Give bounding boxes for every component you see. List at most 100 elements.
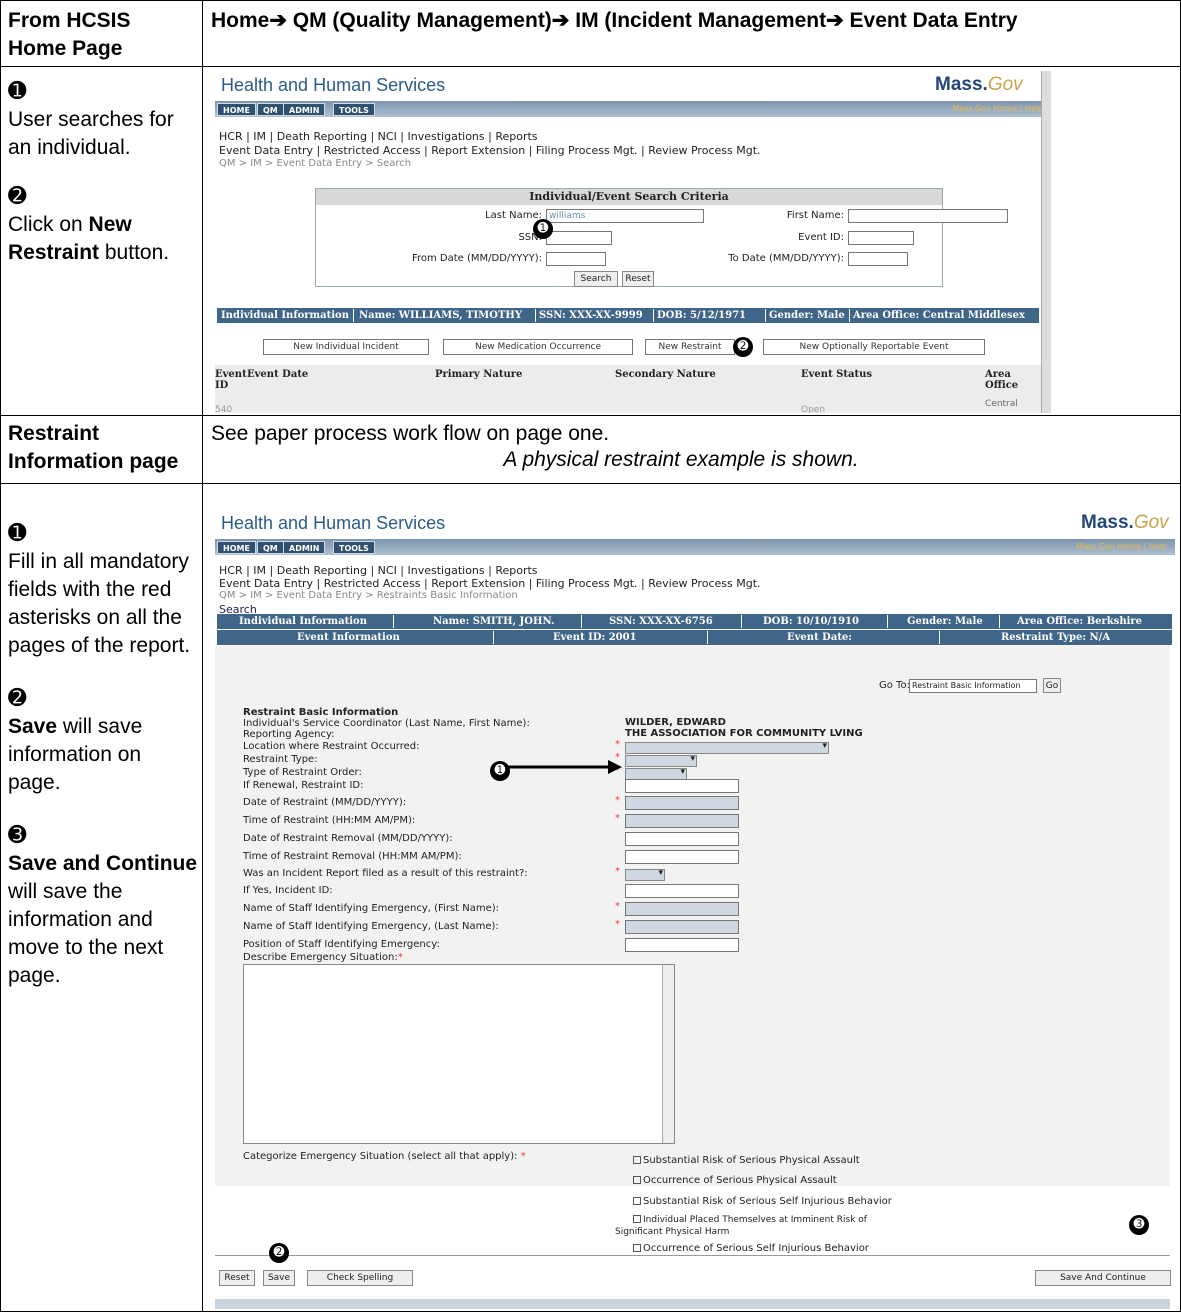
go-button[interactable]: Go: [1043, 678, 1061, 693]
tab-tools[interactable]: TOOLS: [333, 541, 375, 554]
to-date-input[interactable]: [848, 252, 908, 266]
field-label: Position of Staff Identifying Emergency:: [243, 939, 440, 950]
col-event-id[interactable]: Event ID: [215, 369, 247, 391]
field-label: Type of Restraint Order:: [243, 767, 362, 778]
tab-home[interactable]: HOME: [217, 103, 256, 116]
location-select[interactable]: [625, 741, 829, 754]
checkbox-occurrence-assault[interactable]: Occurrence of Serious Physical Assault: [633, 1175, 837, 1186]
submenu[interactable]: Event Data Entry | Restricted Access | R…: [219, 144, 761, 157]
step-marker: ➋: [8, 685, 27, 710]
save-button[interactable]: Save: [263, 1270, 295, 1286]
removal-date-input[interactable]: [625, 832, 739, 846]
module-menu[interactable]: HCR | IM | Death Reporting | NCI | Inves…: [219, 130, 538, 143]
tab-home[interactable]: HOME: [217, 541, 256, 554]
from-date-input[interactable]: [546, 252, 606, 266]
event-id-label: Event ID:: [798, 232, 844, 243]
field-label: Date of Restraint Removal (MM/DD/YYYY):: [243, 833, 453, 844]
categorize-label: Categorize Emergency Situation (select a…: [243, 1151, 526, 1162]
renewal-id-input[interactable]: [625, 779, 739, 793]
staff-position-input[interactable]: [625, 938, 739, 952]
emergency-description-textarea[interactable]: [243, 964, 675, 1144]
tab-qm[interactable]: QM: [257, 541, 284, 554]
new-individual-incident-button[interactable]: New Individual Incident: [263, 339, 429, 355]
mass-gov-logo: Mass.Gov: [1081, 512, 1169, 533]
new-medication-occurrence-button[interactable]: New Medication Occurrence: [443, 339, 633, 355]
marker-2: ➋: [733, 337, 753, 357]
reset-button[interactable]: Reset: [219, 1270, 255, 1286]
checkbox-imminent-risk-cont: Significant Physical Harm: [615, 1227, 730, 1237]
tab-admin[interactable]: ADMIN: [283, 103, 326, 116]
col-event-status[interactable]: Event Status: [801, 369, 872, 380]
last-name-input[interactable]: williams: [546, 209, 704, 223]
checkbox-risk-self-injurious[interactable]: Substantial Risk of Serious Self Injurio…: [633, 1196, 892, 1207]
event-id-input[interactable]: [848, 231, 914, 245]
new-restraint-button[interactable]: New Restraint: [645, 339, 735, 355]
field-label: Location where Restraint Occurred:: [243, 741, 420, 752]
check-spelling-button[interactable]: Check Spelling: [307, 1270, 413, 1286]
new-optionally-reportable-event-button[interactable]: New Optionally Reportable Event: [763, 339, 985, 355]
header-left: From HCSIS Home Page: [8, 9, 131, 60]
reset-button[interactable]: Reset: [622, 271, 654, 287]
tab-qm[interactable]: QM: [257, 103, 284, 116]
breadcrumb: QM > IM > Event Data Entry > Search: [219, 158, 412, 169]
ssn-input[interactable]: [546, 231, 612, 245]
step1-instructions: ➊ User searches for an individual. ➋ Cli…: [8, 78, 174, 264]
example-note: A physical restraint example is shown.: [503, 448, 859, 471]
incident-report-select[interactable]: [625, 868, 665, 881]
staff-first-name-input[interactable]: [625, 902, 739, 916]
tab-tools[interactable]: TOOLS: [333, 103, 375, 116]
row-divider: [1, 415, 1180, 416]
scrollbar[interactable]: [1041, 71, 1051, 413]
restraint-date-input[interactable]: [625, 796, 739, 810]
field-label: Name of Staff Identifying Emergency, (Fi…: [243, 903, 500, 914]
app-title: Health and Human Services: [221, 513, 446, 533]
field-label: Restraint Type:: [243, 754, 318, 765]
restraint-time-input[interactable]: [625, 814, 739, 828]
row-divider: [1, 66, 1180, 67]
module-menu[interactable]: HCR | IM | Death Reporting | NCI | Inves…: [219, 564, 538, 577]
col-secondary-nature[interactable]: Secondary Nature: [615, 369, 716, 380]
col-area-office[interactable]: Area Office: [985, 369, 1027, 391]
mass-gov-links[interactable]: Mass.Gov Home | Help: [1076, 542, 1167, 551]
step-marker: ➊: [8, 520, 27, 545]
search-criteria-form: Individual/Event Search Criteria Last Na…: [315, 188, 1008, 287]
staff-last-name-input[interactable]: [625, 920, 739, 934]
col-primary-nature[interactable]: Primary Nature: [435, 369, 522, 380]
marker-2: ➋: [269, 1243, 289, 1263]
header-right: Home➔ QM (Quality Management)➔ IM (Incid…: [211, 9, 1018, 32]
field-label: Time of Restraint (HH:MM AM/PM):: [243, 815, 416, 826]
tab-admin[interactable]: ADMIN: [283, 541, 326, 554]
goto-select[interactable]: Restraint Basic Information: [909, 679, 1037, 693]
restraint-basic-info-screenshot: Health and Human Services Mass.Gov HOME …: [215, 509, 1175, 1309]
incident-id-input[interactable]: [625, 884, 739, 898]
step-marker: ➊: [8, 78, 27, 103]
row-divider: [1, 483, 1180, 484]
restraint-type-select[interactable]: [625, 754, 697, 767]
textarea-scrollbar[interactable]: [662, 965, 674, 1143]
mass-gov-links[interactable]: Mass.Gov Home | Help: [952, 104, 1043, 113]
hcsis-search-screenshot: Health and Human Services Mass.Gov HOME …: [215, 71, 1051, 413]
checkbox-imminent-risk[interactable]: Individual Placed Themselves at Imminent…: [633, 1215, 867, 1225]
service-coordinator-value: WILDER, EDWARD: [625, 717, 726, 728]
column-divider: [202, 1, 203, 1311]
checkbox-risk-assault[interactable]: Substantial Risk of Serious Physical Ass…: [633, 1155, 860, 1166]
first-name-input[interactable]: [848, 209, 1008, 223]
field-label: Individual's Service Coordinator (Last N…: [243, 718, 530, 729]
nav-tabs: HOME QM ADMIN TOOLS Mass.Gov Home | Help: [215, 539, 1175, 555]
footer-strip: [215, 1299, 1170, 1309]
removal-time-input[interactable]: [625, 850, 739, 864]
col-event-date[interactable]: Event Date: [247, 369, 308, 380]
row-event-id: 540: [215, 405, 233, 413]
divider: [215, 1255, 1170, 1256]
submenu[interactable]: Event Data Entry | Restricted Access | R…: [219, 577, 761, 590]
ssn-label: SSN:: [518, 232, 542, 243]
goto-label: Go To:: [879, 680, 910, 691]
to-date-label: To Date (MM/DD/YYYY):: [728, 253, 844, 264]
breadcrumb: QM > IM > Event Data Entry > Restraints …: [219, 590, 518, 601]
field-label: Was an Incident Report filed as a result…: [243, 868, 528, 879]
individual-info-bar: Individual Information Name: SMITH, JOHN…: [217, 614, 1172, 629]
save-and-continue-button[interactable]: Save And Continue: [1035, 1270, 1171, 1286]
search-button[interactable]: Search: [574, 271, 618, 287]
checkbox-occurrence-self-injurious[interactable]: Occurrence of Serious Self Injurious Beh…: [633, 1243, 869, 1254]
nav-tabs: HOME QM ADMIN TOOLS Mass.Gov Home | Help: [215, 101, 1051, 117]
